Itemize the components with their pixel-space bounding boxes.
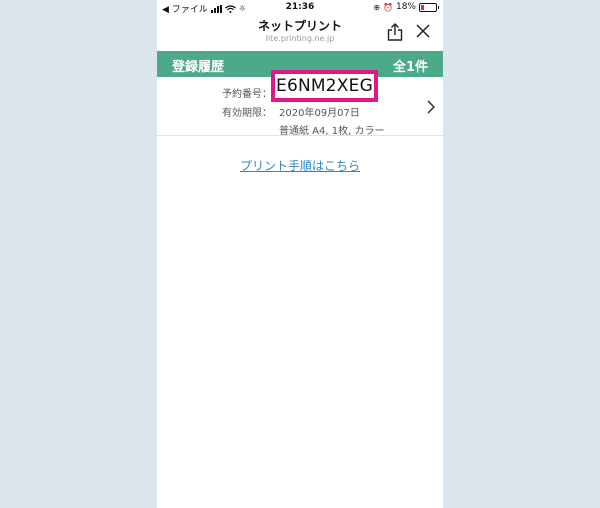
- phone-screen: ◀ ファイル ☼ 21:36 ⊕ ⏰ 18% ネットプリント lite.prin…: [157, 0, 443, 508]
- print-guide-link[interactable]: プリント手順はこちら: [157, 157, 443, 174]
- print-details: 普通紙 A4, 1枚, カラー: [279, 126, 385, 137]
- expiry-label: 有効期限：: [222, 108, 272, 119]
- battery-percent: 18%: [395, 2, 416, 12]
- reservation-code-highlight: E6NM2XEG: [271, 70, 378, 102]
- nav-bar: ネットプリント lite.printing.ne.jp: [157, 15, 443, 48]
- battery-fill: [421, 4, 424, 10]
- reservation-code: E6NM2XEG: [276, 76, 373, 96]
- battery-icon: [419, 2, 439, 12]
- history-count: 全1件: [392, 60, 428, 75]
- reservation-label: 予約番号：: [222, 89, 272, 100]
- status-bar: ◀ ファイル ☼ 21:36 ⊕ ⏰ 18%: [157, 0, 443, 15]
- history-entry[interactable]: 予約番号： E6NM2XEG 有効期限： 2020年09月07日 普通紙 A4,…: [157, 70, 443, 137]
- status-right: ⊕ ⏰ 18%: [373, 2, 439, 12]
- chevron-right-icon[interactable]: [426, 100, 436, 114]
- history-title: 登録履歴: [172, 60, 225, 75]
- rotation-lock-icon: ⊕: [373, 2, 381, 12]
- expiry-value: 2020年09月07日: [279, 108, 360, 119]
- share-icon[interactable]: [386, 22, 404, 42]
- alarm-icon: ⏰: [383, 2, 393, 12]
- close-icon[interactable]: [415, 23, 431, 39]
